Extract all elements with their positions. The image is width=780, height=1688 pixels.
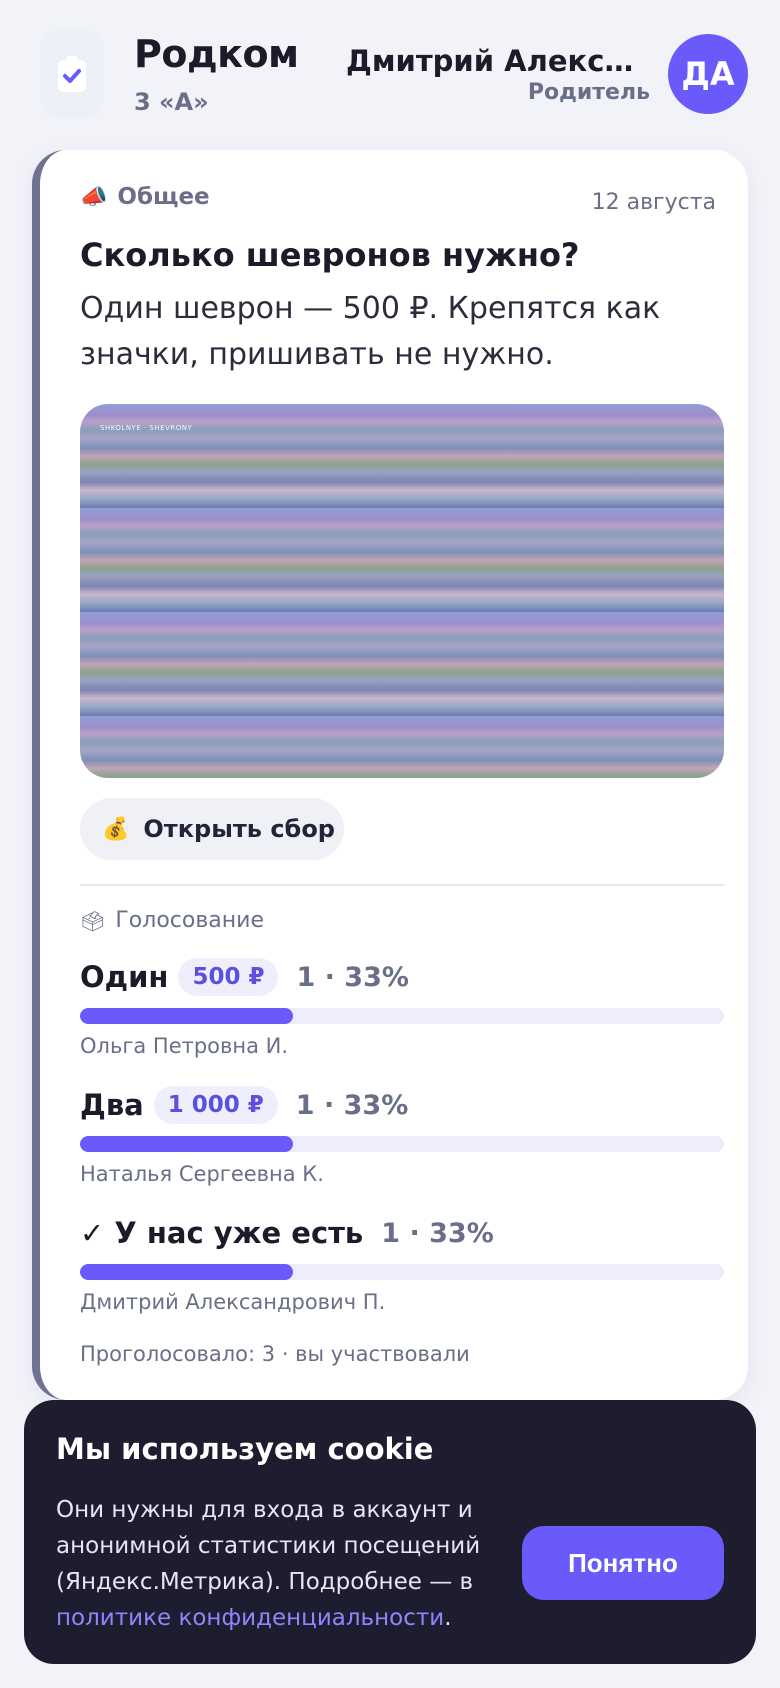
app-logo[interactable] [40,30,104,118]
megaphone-icon: 📣 [80,184,108,210]
poll-option-voter: Наталья Сергеевна К. [80,1162,324,1186]
poll-option-title: Один [80,960,169,994]
poll-option[interactable]: ✓ У нас уже есть 1 · 33% Дмитрий Алексан… [80,1212,724,1314]
post-image[interactable]: SHKOLNYE · SHEVRONY [80,404,724,778]
poll-option-stats: 1 · 33% [381,1217,494,1249]
poll-option-voter: Дмитрий Александрович П. [80,1290,386,1314]
open-collect-label: Открыть сбор [143,815,335,843]
poll-option-voter: Ольга Петровна И. [80,1034,289,1058]
poll-option-title: ✓ У нас уже есть [80,1216,364,1250]
app-title: Родком [134,32,299,76]
category-label: Общее [117,184,210,210]
image-caption: SHKOLNYE · SHEVRONY [100,424,193,432]
avatar[interactable]: ДА [668,34,748,114]
money-bag-icon: 💰 [102,816,130,842]
divider [80,884,724,886]
cookie-text-body: Они нужны для входа в аккаунт и анонимно… [56,1497,481,1595]
cookie-text-end: . [444,1605,452,1631]
poll-progress-fill [80,1264,293,1280]
poll-summary: Проголосовало: 3 · вы участвовали [80,1342,470,1366]
poll-progress-fill [80,1136,293,1152]
cookie-title: Мы используем cookie [56,1432,434,1466]
app-header: Родком 3 «А» Дмитрий Александрович П. Ро… [0,0,780,148]
poll-progress-track [80,1264,724,1280]
post-text: Один шеврон — 500 ₽. Крепятся как значки… [80,291,661,372]
post-category: 📣 Общее [80,184,210,210]
price-badge: 1 000 ₽ [153,1086,278,1124]
privacy-policy-link[interactable]: политике конфиденциальности [56,1605,444,1631]
class-name: 3 «А» [134,88,209,116]
cookie-accept-button[interactable]: Понятно [522,1526,724,1600]
cookie-text: Они нужны для входа в аккаунт и анонимно… [56,1492,496,1636]
poll-label: 🗳 Голосование [80,908,264,933]
poll-label-text: Голосование [115,908,265,933]
poll-option[interactable]: Один 500 ₽ 1 · 33% Ольга Петровна И. [80,956,724,1058]
poll-progress-track [80,1136,724,1152]
price-badge: 500 ₽ [178,958,279,996]
poll-progress-track [80,1008,724,1024]
user-name[interactable]: Дмитрий Александрович П. [346,44,646,78]
post-title: Сколько шевронов нужно? [80,236,580,274]
post-date: 12 августа [591,190,716,215]
poll-option-stats: 1 · 33% [295,1089,409,1121]
post-card: 📣 Общее 12 августа Сколько шевронов нужн… [32,150,748,1400]
open-collect-button[interactable]: 💰 Открыть сбор [80,798,344,860]
poll-option-stats: 1 · 33% [296,961,409,993]
poll-progress-fill [80,1008,293,1024]
poll-option[interactable]: Два 1 000 ₽ 1 · 33% Наталья Сергеевна К. [80,1084,724,1186]
clipboard-check-icon [58,56,86,92]
poll-option-title: Два [80,1088,144,1122]
cookie-banner: Мы используем cookie Они нужны для входа… [24,1400,756,1664]
ballot-box-icon: 🗳 [80,908,106,933]
user-role: Родитель [527,80,650,105]
